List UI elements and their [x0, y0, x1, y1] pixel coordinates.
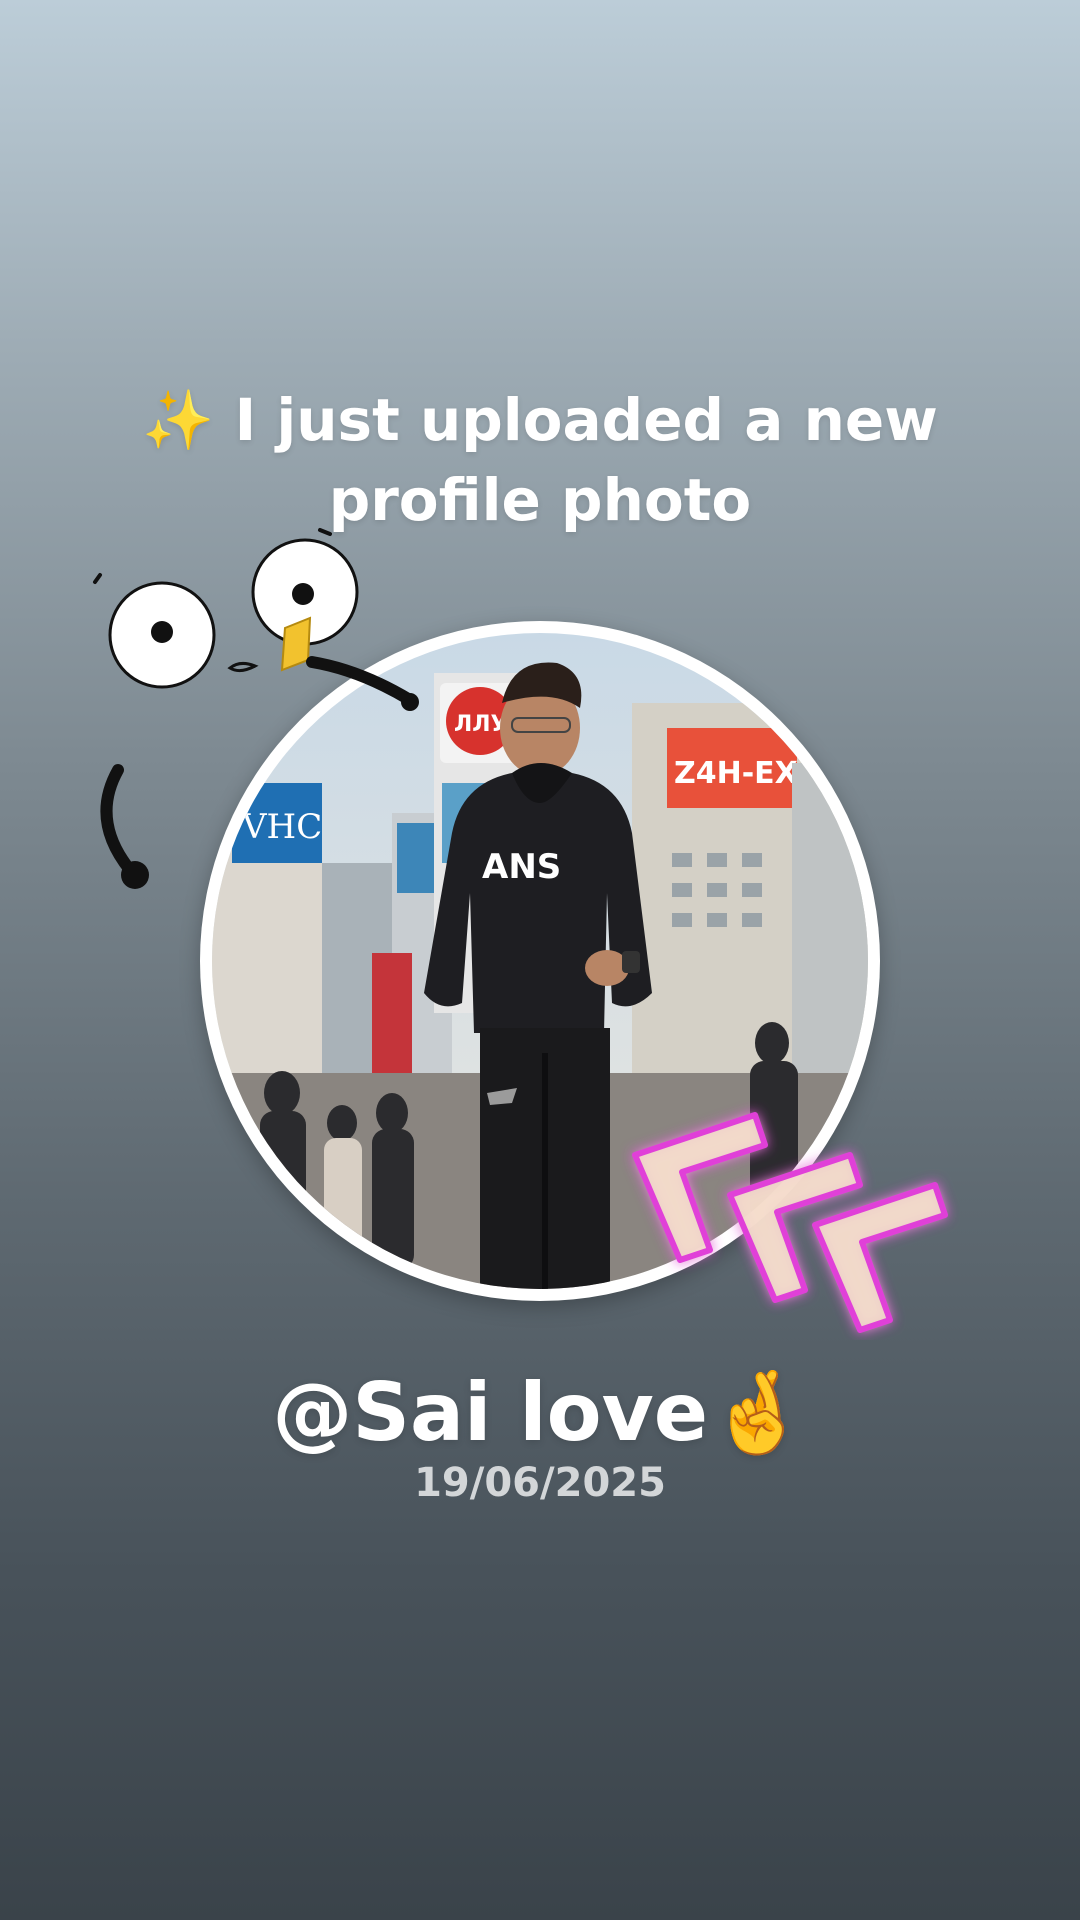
profile-username[interactable]: @Sai love🤞	[140, 1368, 940, 1458]
post-date: 19/06/2025	[414, 1460, 666, 1506]
sign-red-circle: ЛЛУ	[454, 712, 508, 737]
chevron-3	[812, 1182, 948, 1333]
cartoon-face-sticker	[93, 528, 419, 889]
sign-z4hex: Z4H-EX	[674, 756, 798, 791]
neon-chevron-arrows-sticker	[632, 1112, 948, 1333]
story-headline: ✨ I just uploaded a new profile photo	[142, 386, 938, 534]
hoodie-logo: ANS	[482, 847, 561, 887]
